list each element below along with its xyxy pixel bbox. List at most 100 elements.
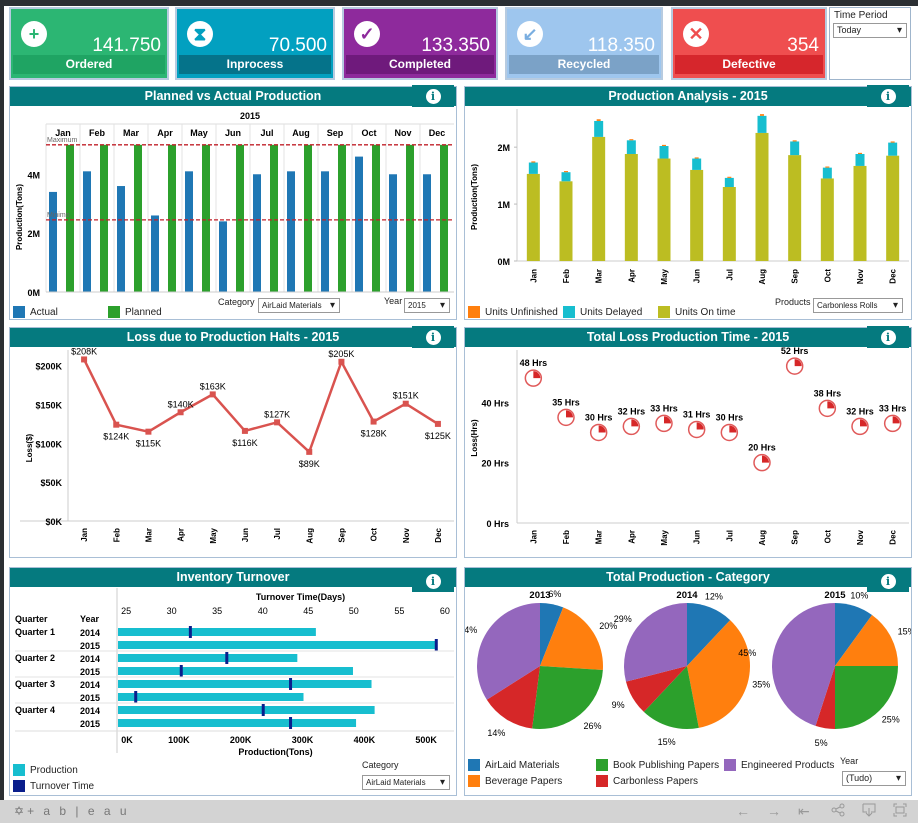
bottom-axis-title: Production(Tons) bbox=[238, 747, 312, 757]
tableau-toolbar: ✡+ a b | e a u ← → ⇤ bbox=[0, 800, 918, 823]
legend-beverage-papers[interactable]: Beverage Papers bbox=[468, 775, 562, 787]
time-period-select[interactable]: Today bbox=[833, 23, 907, 38]
y-axis-title: Loss($) bbox=[25, 433, 34, 462]
kpi-label: Inprocess bbox=[179, 55, 331, 74]
kpi-value: 70.500 bbox=[268, 35, 327, 56]
legend-engineered-products[interactable]: Engineered Products bbox=[724, 759, 834, 771]
time-period-label: Time Period bbox=[834, 10, 888, 21]
bar-units-on-time bbox=[722, 187, 736, 261]
download-icon bbox=[862, 803, 876, 817]
legend-units-delayed[interactable]: Units Delayed bbox=[563, 306, 642, 318]
kpi-card-ordered[interactable]: + 141.750 Ordered bbox=[9, 7, 169, 80]
kpi-card-recycled[interactable]: ↙ 118.350 Recycled bbox=[505, 7, 663, 80]
top-tick-label: 35 bbox=[212, 606, 222, 616]
bottom-tick-label: 100K bbox=[168, 735, 190, 745]
recycle-arrow-icon: ↙ bbox=[517, 21, 543, 47]
data-point bbox=[306, 448, 313, 455]
bar-units-unfinished bbox=[792, 140, 797, 142]
bar-planned bbox=[236, 144, 244, 292]
chart-header-year: 2015 bbox=[240, 111, 260, 121]
month-label: Apr bbox=[627, 530, 636, 544]
legend-planned[interactable]: Planned bbox=[108, 306, 162, 318]
legend-carbonless-papers[interactable]: Carbonless Papers bbox=[596, 775, 698, 787]
bar-planned bbox=[372, 144, 380, 292]
bar-actual bbox=[389, 174, 397, 292]
loss-production-halts-panel: Loss due to Production Halts - 2015 i $0… bbox=[9, 326, 457, 558]
month-label: Dec bbox=[889, 268, 898, 283]
download-button[interactable] bbox=[862, 803, 876, 820]
month-label: Nov bbox=[856, 529, 865, 545]
month-label: Mar bbox=[595, 269, 604, 283]
bar-units-delayed bbox=[528, 162, 538, 174]
redo-button[interactable]: → bbox=[767, 803, 781, 819]
bar-units-on-time bbox=[853, 165, 867, 261]
month-label: Aug bbox=[292, 128, 310, 138]
data-point bbox=[274, 419, 281, 426]
legend-swatch bbox=[468, 306, 480, 318]
year-select[interactable]: (Tudo) bbox=[842, 771, 906, 786]
bar-units-delayed bbox=[594, 120, 604, 137]
data-label: 38 Hrs bbox=[814, 388, 842, 398]
legend-actual[interactable]: Actual bbox=[13, 306, 58, 318]
window-left-edge bbox=[0, 0, 4, 800]
bar-units-on-time bbox=[624, 153, 638, 261]
bar-units-unfinished bbox=[760, 114, 764, 116]
bar-units-delayed bbox=[822, 167, 832, 179]
quarter-label: Quarter 1 bbox=[15, 627, 55, 637]
bar-units-on-time bbox=[559, 181, 573, 261]
revert-button[interactable]: ⇤ bbox=[798, 803, 810, 820]
bar-units-unfinished bbox=[825, 166, 830, 168]
kpi-card-inprocess[interactable]: ⧗ 70.500 Inprocess bbox=[175, 7, 335, 80]
tableau-logo[interactable]: ✡+ a b | e a u bbox=[14, 804, 130, 818]
share-button[interactable] bbox=[831, 803, 845, 820]
data-point bbox=[81, 356, 88, 363]
data-point bbox=[209, 391, 216, 398]
month-label: Nov bbox=[394, 128, 411, 138]
turnover-marker bbox=[188, 626, 192, 638]
bar-units-delayed bbox=[561, 172, 571, 182]
legend-units-on-time[interactable]: Units On time bbox=[658, 306, 736, 318]
y-tick-label: 0M bbox=[27, 288, 40, 298]
month-label: Jan bbox=[529, 269, 538, 283]
products-select[interactable]: Carbonless Rolls bbox=[813, 298, 903, 313]
pie-year-label: 2015 bbox=[824, 590, 846, 601]
bar-planned bbox=[100, 144, 108, 292]
fullscreen-button[interactable] bbox=[893, 803, 907, 820]
month-label: May bbox=[660, 529, 669, 545]
pie-percent-label: 45% bbox=[738, 648, 756, 658]
year-select[interactable]: 2015 bbox=[404, 298, 450, 313]
y-tick-label: 4M bbox=[27, 170, 40, 180]
month-label: Apr bbox=[627, 269, 636, 283]
legend-production[interactable]: Production bbox=[13, 764, 78, 776]
data-point bbox=[338, 358, 345, 365]
data-label: $140K bbox=[168, 399, 194, 409]
production-bar bbox=[118, 641, 437, 649]
month-label: Sep bbox=[327, 128, 344, 138]
legend-airlaid-materials[interactable]: AirLaid Materials bbox=[468, 759, 559, 771]
pie-percent-label: 9% bbox=[612, 700, 625, 710]
y-tick-label: $150K bbox=[35, 400, 62, 410]
month-label: Nov bbox=[402, 527, 411, 543]
bar-units-on-time bbox=[592, 136, 606, 261]
bar-units-unfinished bbox=[531, 161, 536, 163]
legend-units-unfinished[interactable]: Units Unfinished bbox=[468, 306, 558, 318]
y-tick-label: 0 Hrs bbox=[486, 519, 509, 529]
undo-button[interactable]: ← bbox=[736, 803, 750, 819]
category-select[interactable]: AirLaid Materials bbox=[362, 775, 450, 790]
data-point bbox=[434, 420, 441, 427]
kpi-card-defective[interactable]: ✕ 354 Defective bbox=[671, 7, 827, 80]
data-point bbox=[402, 400, 409, 407]
month-label: Feb bbox=[89, 128, 106, 138]
top-tick-label: 60 bbox=[440, 606, 450, 616]
bar-units-on-time bbox=[657, 158, 671, 261]
category-select[interactable]: AirLaid Materials bbox=[258, 298, 340, 313]
y-tick-label: $100K bbox=[35, 439, 62, 449]
month-label: Jun bbox=[693, 269, 702, 283]
data-label: $127K bbox=[264, 409, 290, 419]
kpi-card-completed[interactable]: ✓ 133.350 Completed bbox=[342, 7, 498, 80]
legend-turnover-time[interactable]: Turnover Time bbox=[13, 780, 94, 792]
turnover-marker bbox=[261, 704, 265, 716]
month-label: Dec bbox=[429, 128, 446, 138]
legend-book-publishing-papers[interactable]: Book Publishing Papers bbox=[596, 759, 719, 771]
month-label: Sep bbox=[791, 269, 800, 284]
